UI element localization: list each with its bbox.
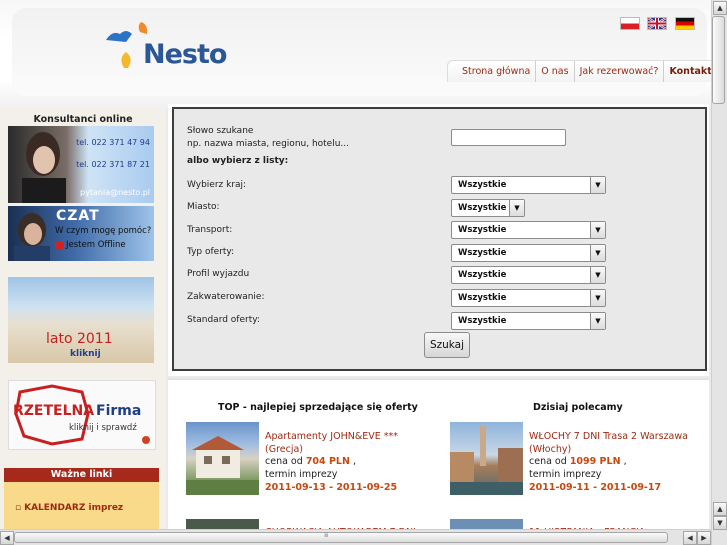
chevron-down-icon: ▼ <box>590 245 605 261</box>
offer-type-select[interactable]: Wszystkie ▼ <box>451 244 606 262</box>
trip-profile-label: Profil wyjazdu <box>187 269 250 279</box>
chevron-down-icon: ▼ <box>590 290 605 306</box>
offline-status-icon <box>55 241 64 250</box>
offer-thumbnail-italy[interactable] <box>450 422 523 495</box>
keyword-hint: np. nazwa miasta, regionu, hotelu... <box>187 139 350 149</box>
horizontal-scroll-thumb[interactable] <box>14 532 668 543</box>
important-links-title: Ważne linki <box>4 468 159 482</box>
logo-text[interactable]: Nesto <box>143 39 227 70</box>
firma-cta[interactable]: kliknij i sprawdź <box>69 423 137 433</box>
top-offer-title[interactable]: Apartamenty JOHN&EVE *** <box>265 430 435 443</box>
offer-thumbnail-greece[interactable] <box>186 422 259 495</box>
price-suffix: , <box>623 456 627 467</box>
standard-value: Wszystkie <box>458 316 507 326</box>
phone-2[interactable]: tel. 022 371 87 21 <box>76 160 150 169</box>
chevron-down-icon: ▼ <box>590 222 605 238</box>
poland-flag-icon[interactable] <box>620 17 640 30</box>
accommodation-select[interactable]: Wszystkie ▼ <box>451 289 606 307</box>
city-label: Miasto: <box>187 202 220 212</box>
left-sidebar: Konsultanci online tel. 022 371 47 94 te… <box>0 108 166 542</box>
standard-label: Standard oferty: <box>187 315 260 325</box>
recommended-title: Dzisiaj polecamy <box>533 402 623 413</box>
recommended-offer-price: cena od 1099 PLN , <box>529 456 627 467</box>
summer-2011-banner[interactable]: lato 2011 kliknij <box>8 277 154 363</box>
price-suffix: , <box>352 456 356 467</box>
main-nav: Strona główna O nas Jak rezerwować? Kont… <box>447 60 724 82</box>
offers-section: TOP - najlepiej sprzedające się oferty D… <box>168 378 709 540</box>
germany-flag-icon[interactable] <box>675 17 695 30</box>
price-prefix: cena od <box>529 456 567 467</box>
chevron-down-icon: ▼ <box>590 267 605 283</box>
country-value: Wszystkie <box>458 180 507 190</box>
top-offer-term-label: termin imprezy <box>265 469 338 480</box>
scroll-left-icon[interactable]: ◀ <box>683 531 697 545</box>
uk-flag-icon[interactable] <box>647 17 667 30</box>
vertical-scroll-thumb[interactable] <box>712 16 725 104</box>
site-header: Nesto Strona główna O nas Jak rezerwować… <box>0 0 724 108</box>
chat-status: Jestem Offline <box>66 240 126 250</box>
firma-word-1: RZETELNA <box>13 403 95 419</box>
recommended-offer-country[interactable]: (Włochy) <box>529 443 699 456</box>
chevron-down-icon: ▼ <box>590 177 605 193</box>
calendar-link[interactable]: KALENDARZ imprez <box>15 503 123 513</box>
price-value: 1099 PLN <box>569 456 621 467</box>
horizontal-scrollbar[interactable]: ◀ ⁞⁞⁞⁞ ◀ ▶ <box>0 529 711 545</box>
nav-about[interactable]: O nas <box>536 61 575 82</box>
recommended-offer-dates: 2011-09-11 - 2011-09-17 <box>529 482 662 493</box>
standard-select[interactable]: Wszystkie ▼ <box>451 312 606 330</box>
reliable-company-banner[interactable]: RZETELNA Firma kliknij i sprawdź <box>8 380 156 450</box>
consultant-photo-icon <box>22 132 66 203</box>
arrow-right-icon <box>142 436 150 444</box>
transport-label: Transport: <box>187 225 233 235</box>
phone-1[interactable]: tel. 022 371 47 94 <box>76 138 150 147</box>
top-offer-dates: 2011-09-13 - 2011-09-25 <box>265 482 398 493</box>
city-value: Wszystkie <box>458 203 507 213</box>
chevron-down-icon: ▼ <box>509 200 524 216</box>
or-choose-label: albo wybierz z listy: <box>187 156 289 166</box>
offer-type-value: Wszystkie <box>458 248 507 258</box>
chat-help-text: W czym mogę pomóc? <box>55 226 152 236</box>
summer-title: lato 2011 <box>46 331 113 347</box>
top-offers-title: TOP - najlepiej sprzedające się oferty <box>218 402 418 413</box>
scroll-up-icon[interactable]: ▲ <box>713 502 727 516</box>
firma-word-2: Firma <box>96 403 142 419</box>
top-offer-country[interactable]: (Grecja) <box>265 443 435 456</box>
trip-profile-select[interactable]: Wszystkie ▼ <box>451 266 606 284</box>
nav-how-to-book[interactable]: Jak rezerwować? <box>575 61 665 82</box>
scroll-left-icon[interactable]: ◀ <box>0 531 14 545</box>
vertical-scrollbar[interactable]: ▲ ▲ ▼ <box>711 0 727 545</box>
recommended-offer-term-label: termin imprezy <box>529 469 602 480</box>
scroll-up-icon[interactable]: ▲ <box>713 1 727 15</box>
accommodation-label: Zakwaterowanie: <box>187 292 265 302</box>
search-button[interactable]: Szukaj <box>424 332 470 358</box>
city-select[interactable]: Wszystkie ▼ <box>451 199 525 217</box>
summer-cta[interactable]: kliknij <box>70 349 101 359</box>
consultant-banner[interactable]: tel. 022 371 47 94 tel. 022 371 87 21 py… <box>8 126 154 203</box>
chat-banner[interactable]: CZAT W czym mogę pomóc? Jestem Offline <box>8 206 154 261</box>
search-form: Słowo szukane np. nazwa miasta, regionu,… <box>172 107 707 371</box>
chat-title: CZAT <box>56 208 100 224</box>
top-offer-price: cena od 704 PLN , <box>265 456 356 467</box>
keyword-label: Słowo szukane <box>187 126 254 136</box>
price-value: 704 PLN <box>305 456 350 467</box>
grip-icon: ⁞⁞⁞⁞ <box>324 532 329 539</box>
chat-agent-photo-icon <box>14 213 50 261</box>
consultants-title: Konsultanci online <box>33 114 133 125</box>
transport-select[interactable]: Wszystkie ▼ <box>451 221 606 239</box>
transport-value: Wszystkie <box>458 225 507 235</box>
nav-home[interactable]: Strona główna <box>448 61 537 82</box>
recommended-offer-title[interactable]: WŁOCHY 7 DNI Trasa 2 Warszawa <box>529 430 699 443</box>
price-prefix: cena od <box>265 456 303 467</box>
scroll-down-icon[interactable]: ▼ <box>713 516 727 530</box>
country-label: Wybierz kraj: <box>187 180 247 190</box>
offer-type-label: Typ oferty: <box>187 247 235 257</box>
email-link[interactable]: pytania@nesto.pl <box>80 188 150 197</box>
accommodation-value: Wszystkie <box>458 293 507 303</box>
keyword-input[interactable] <box>451 129 566 146</box>
country-select[interactable]: Wszystkie ▼ <box>451 176 606 194</box>
chevron-down-icon: ▼ <box>590 313 605 329</box>
scroll-right-icon[interactable]: ▶ <box>697 531 711 545</box>
trip-profile-value: Wszystkie <box>458 270 507 280</box>
